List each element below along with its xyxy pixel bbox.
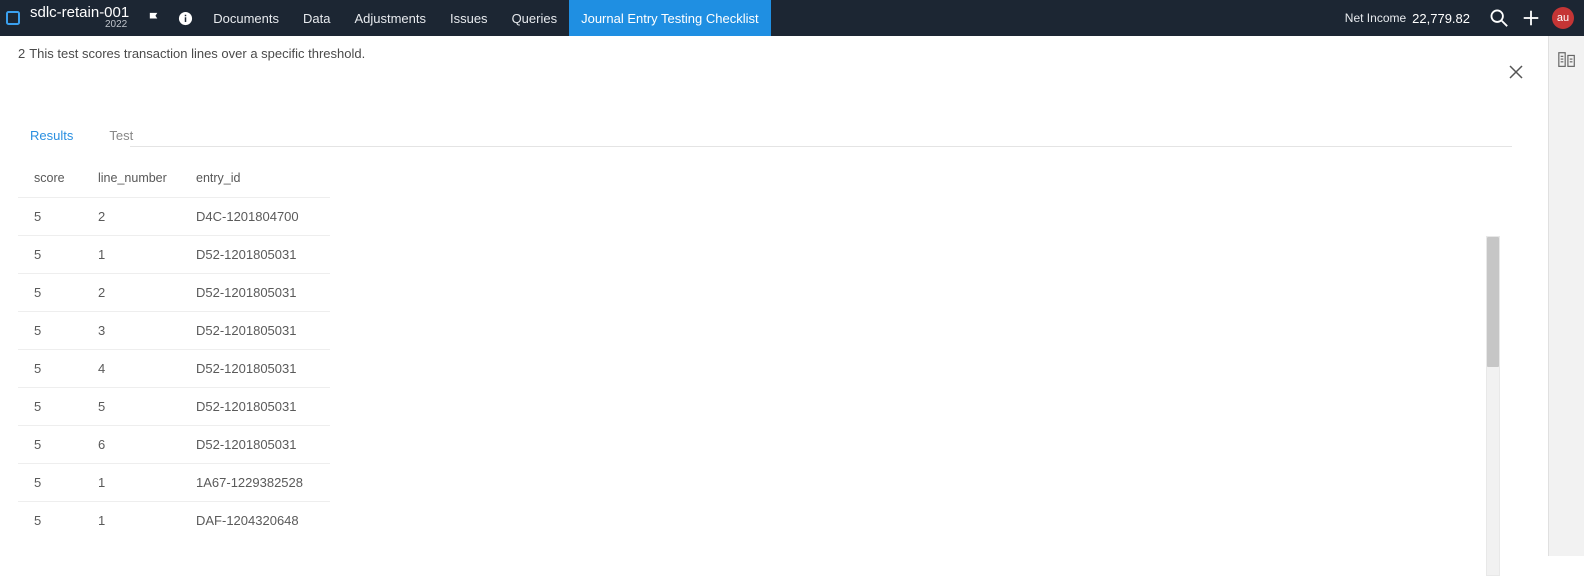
cell-line-number: 6 [82,426,180,464]
table-row[interactable]: 52D52-1201805031 [18,274,330,312]
table-row[interactable]: 53D52-1201805031 [18,312,330,350]
net-income-label: Net Income [1345,11,1406,25]
search-icon[interactable] [1486,5,1512,31]
cell-line-number: 5 [82,388,180,426]
cell-score: 5 [18,350,82,388]
project-icon[interactable] [0,0,26,36]
nav-queries[interactable]: Queries [500,0,570,36]
nav-documents[interactable]: Documents [201,0,291,36]
scrollbar-thumb[interactable] [1487,237,1499,367]
net-income-value: 22,779.82 [1412,11,1470,26]
cell-line-number: 3 [82,312,180,350]
cell-line-number: 1 [82,236,180,274]
cell-score: 5 [18,274,82,312]
cell-score: 5 [18,464,82,502]
add-icon[interactable] [1518,5,1544,31]
tab-underline [130,146,1512,147]
tab-results[interactable]: Results [30,128,73,147]
cell-score: 5 [18,502,82,540]
info-icon[interactable] [170,0,201,36]
cell-score: 5 [18,388,82,426]
col-header-entry-id[interactable]: entry_id [180,165,330,198]
top-nav: sdlc-retain-001 2022 Documents Data Adju… [0,0,1584,36]
project-name: sdlc-retain-001 [30,5,129,20]
cell-entry-id: D52-1201805031 [180,274,330,312]
results-table-wrap: score line_number entry_id 52D4C-1201804… [18,165,1548,539]
tab-test[interactable]: Test [109,128,133,147]
cell-line-number: 4 [82,350,180,388]
cell-score: 5 [18,236,82,274]
table-row[interactable]: 511A67-1229382528 [18,464,330,502]
cell-line-number: 1 [82,464,180,502]
table-row[interactable]: 55D52-1201805031 [18,388,330,426]
topnav-right: Net Income 22,779.82 au [1345,0,1584,36]
avatar[interactable]: au [1552,7,1574,29]
table-row[interactable]: 56D52-1201805031 [18,426,330,464]
flag-icon[interactable] [139,0,170,36]
test-description: This test scores transaction lines over … [29,46,365,61]
cell-line-number: 2 [82,274,180,312]
close-icon[interactable] [1504,60,1528,84]
col-header-line-number[interactable]: line_number [82,165,180,198]
test-index: 2 [18,46,25,61]
nav-adjustments[interactable]: Adjustments [342,0,438,36]
main-area: 2 This test scores transaction lines ove… [0,36,1548,556]
cell-entry-id: D52-1201805031 [180,350,330,388]
cell-entry-id: D4C-1201804700 [180,198,330,236]
side-dock [1548,36,1584,556]
panel-toggle-icon[interactable] [1555,48,1579,72]
project-selector[interactable]: sdlc-retain-001 2022 [26,0,139,36]
cell-entry-id: D52-1201805031 [180,236,330,274]
result-tabs: Results Test [0,84,1548,147]
table-row[interactable]: 51DAF-1204320648 [18,502,330,540]
test-description-row: 2 This test scores transaction lines ove… [0,36,1548,84]
table-row[interactable]: 52D4C-1201804700 [18,198,330,236]
cell-entry-id: 1A67-1229382528 [180,464,330,502]
nav-journal-entry-testing-checklist[interactable]: Journal Entry Testing Checklist [569,0,771,36]
table-row[interactable]: 51D52-1201805031 [18,236,330,274]
project-year: 2022 [30,19,129,31]
cell-entry-id: D52-1201805031 [180,312,330,350]
cell-entry-id: D52-1201805031 [180,426,330,464]
cell-score: 5 [18,198,82,236]
col-header-score[interactable]: score [18,165,82,198]
cell-score: 5 [18,312,82,350]
nav-data[interactable]: Data [291,0,342,36]
nav-issues[interactable]: Issues [438,0,500,36]
cell-entry-id: DAF-1204320648 [180,502,330,540]
cell-entry-id: D52-1201805031 [180,388,330,426]
results-table: score line_number entry_id 52D4C-1201804… [18,165,330,539]
cell-line-number: 2 [82,198,180,236]
cell-line-number: 1 [82,502,180,540]
results-scrollbar[interactable] [1486,236,1500,576]
cell-score: 5 [18,426,82,464]
table-row[interactable]: 54D52-1201805031 [18,350,330,388]
